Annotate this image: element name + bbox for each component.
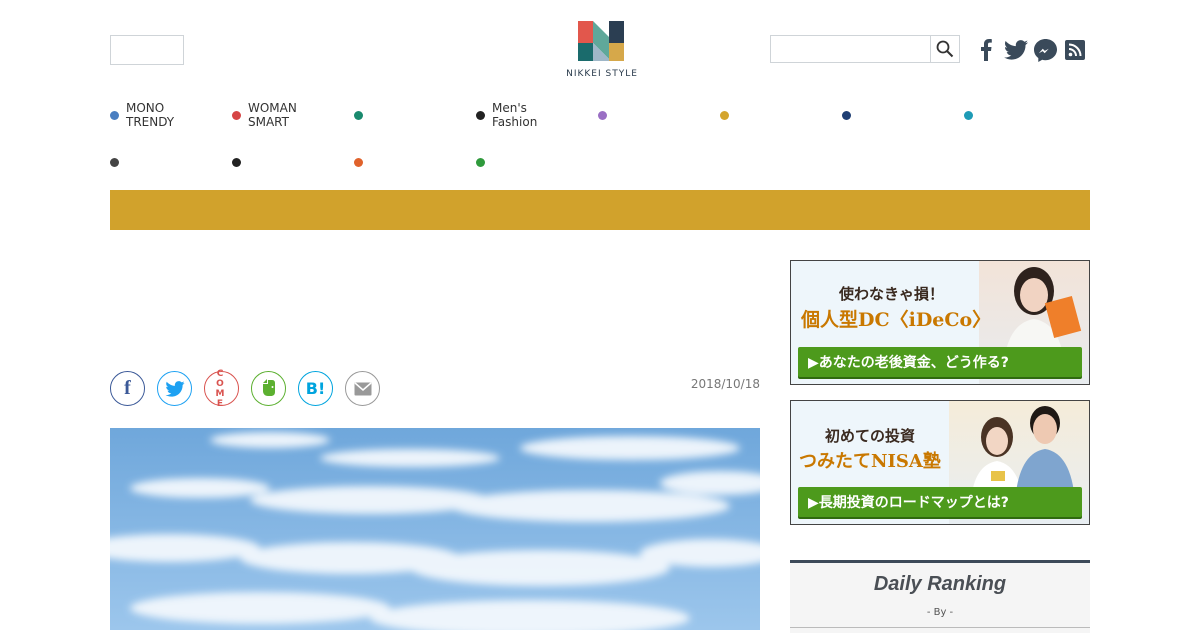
nav-item-label: Men's Fashion	[492, 101, 538, 129]
hatena-share-label: B!	[305, 379, 326, 398]
facebook-link[interactable]	[974, 38, 998, 62]
search-button[interactable]	[930, 36, 959, 62]
category-dot-icon	[476, 157, 485, 167]
ad-headline-1: 使わなきゃ損！	[839, 285, 945, 303]
logo-text: NIKKEI STYLE	[566, 69, 638, 79]
category-dot-icon	[110, 110, 119, 120]
rss-link[interactable]	[1063, 38, 1087, 62]
ad-headline-1: 初めての投資	[825, 427, 916, 445]
category-dot-icon	[232, 157, 241, 167]
nav-item-9[interactable]	[110, 148, 126, 176]
nav-item-8[interactable]	[964, 101, 980, 129]
messenger-icon	[1033, 38, 1057, 62]
ranking-title: Daily Ranking	[873, 573, 1007, 595]
login-button[interactable]	[110, 35, 184, 65]
article-date: 2018/10/18	[690, 377, 760, 391]
search-icon	[936, 40, 954, 58]
twitter-link[interactable]	[1004, 38, 1028, 62]
category-dot-icon	[842, 110, 851, 120]
nikkei-style-logo-icon	[578, 21, 624, 61]
nav-item-5[interactable]	[598, 101, 614, 129]
category-dot-icon	[476, 110, 485, 120]
facebook-share-label: f	[124, 377, 131, 399]
nav-item-3[interactable]	[354, 101, 370, 129]
nisa-ad-banner[interactable]: 初めての投資 つみたてNISA塾 ▶長期投資のロードマップとは?	[790, 400, 1090, 525]
category-dot-icon	[354, 157, 363, 167]
site-logo[interactable]: NIKKEI STYLE	[557, 19, 647, 83]
evernote-icon	[262, 378, 275, 396]
nav-item-10[interactable]	[232, 148, 248, 176]
daily-ranking-widget: Daily Ranking - By -	[790, 560, 1090, 633]
ad-headline-2: つみたてNISA塾	[799, 451, 941, 472]
twitter-icon	[1004, 40, 1028, 60]
nav-item-12[interactable]	[476, 148, 492, 176]
facebook-share-button[interactable]: f	[110, 371, 145, 406]
category-dot-icon	[110, 157, 119, 167]
messenger-link[interactable]	[1033, 38, 1057, 62]
search-box	[770, 35, 960, 63]
couple-figure-icon	[971, 406, 1075, 501]
article-hero-image	[110, 428, 760, 630]
woman-figure-icon	[1004, 267, 1082, 361]
mail-share-button[interactable]	[345, 371, 380, 406]
divider	[790, 627, 1090, 628]
hatena-share-button[interactable]: B!	[298, 371, 333, 406]
come-share-label: COME	[215, 368, 228, 409]
nav-item-label: MONO TRENDY	[126, 101, 175, 129]
category-dot-icon	[354, 110, 363, 120]
nav-item-2[interactable]: WOMAN SMART	[232, 101, 297, 129]
ad-cta-button[interactable]: ▶あなたの老後資金、どう作る?	[798, 347, 1082, 377]
rss-icon	[1065, 40, 1085, 60]
nav-item-1[interactable]: MONO TRENDY	[110, 101, 174, 129]
category-dot-icon	[232, 110, 241, 120]
facebook-icon	[981, 39, 992, 61]
section-banner	[110, 190, 1090, 230]
category-dot-icon	[964, 110, 973, 120]
ad-headline-2: 個人型DC〈iDeCo〉	[801, 309, 992, 331]
twitter-share-button[interactable]	[157, 371, 192, 406]
nav-item-7[interactable]	[842, 101, 858, 129]
category-dot-icon	[720, 110, 729, 120]
ideco-ad-banner[interactable]: 使わなきゃ損！ 個人型DC〈iDeCo〉 ▶あなたの老後資金、どう作る?	[790, 260, 1090, 385]
nav-item-label: WOMAN SMART	[248, 101, 297, 129]
ranking-byline: - By -	[926, 607, 954, 618]
come-share-button[interactable]: COME	[204, 368, 239, 409]
mail-icon	[354, 381, 371, 395]
category-dot-icon	[598, 110, 607, 120]
twitter-icon	[164, 380, 185, 397]
search-input[interactable]	[771, 36, 931, 62]
nav-item-6[interactable]	[720, 101, 736, 129]
ad-cta-button[interactable]: ▶長期投資のロードマップとは?	[798, 487, 1082, 517]
sky-clouds-image	[110, 428, 760, 630]
nav-item-11[interactable]	[354, 148, 370, 176]
evernote-share-button[interactable]	[251, 371, 286, 406]
nav-item-4[interactable]: Men's Fashion	[476, 101, 537, 129]
